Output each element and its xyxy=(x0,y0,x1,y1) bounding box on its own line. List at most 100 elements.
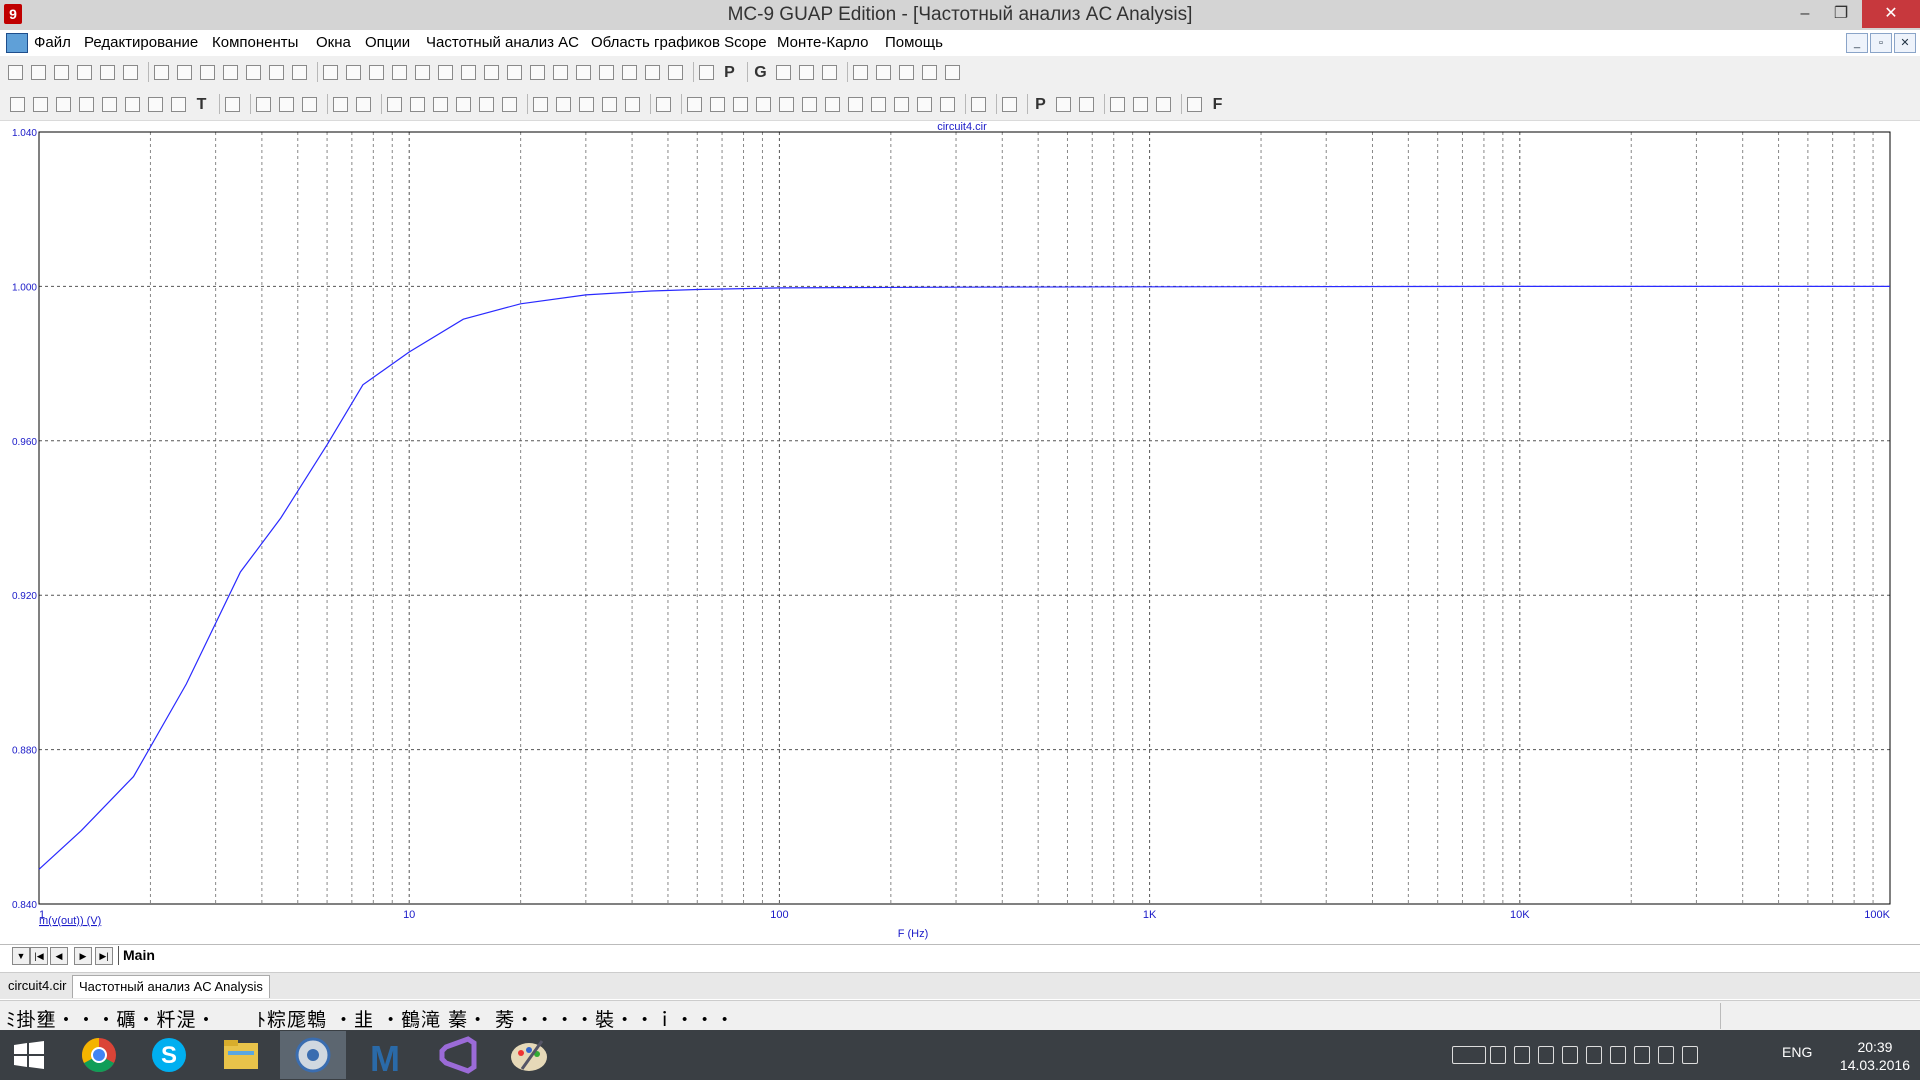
language-indicator[interactable]: ENG xyxy=(1782,1044,1812,1060)
grid5-icon[interactable] xyxy=(502,97,517,112)
component-9-icon[interactable] xyxy=(507,65,522,80)
split-icon[interactable] xyxy=(533,97,548,112)
layout-5-icon[interactable] xyxy=(668,65,683,80)
component-8-icon[interactable] xyxy=(484,65,499,80)
zoom-out-icon[interactable] xyxy=(1133,97,1148,112)
component-2-icon[interactable] xyxy=(346,65,361,80)
layout-4-icon[interactable] xyxy=(645,65,660,80)
microcap-taskbar-button[interactable] xyxy=(280,1031,346,1079)
new-file-icon[interactable] xyxy=(8,65,23,80)
stop-icon[interactable] xyxy=(279,97,294,112)
redo-icon[interactable] xyxy=(177,65,192,80)
volume-icon[interactable] xyxy=(1682,1046,1698,1064)
next-tab-button[interactable]: ▶ xyxy=(74,947,92,965)
menu-scope[interactable]: Область графиков Scope xyxy=(591,34,767,51)
signal-icon[interactable] xyxy=(1658,1046,1674,1064)
scale6-icon[interactable] xyxy=(171,97,186,112)
inflect-icon[interactable] xyxy=(848,97,863,112)
wire-icon[interactable] xyxy=(853,65,868,80)
tool2-icon[interactable] xyxy=(579,97,594,112)
matlab-taskbar-button[interactable]: M xyxy=(352,1031,418,1079)
explorer-taskbar-button[interactable] xyxy=(208,1031,274,1079)
component-1-icon[interactable] xyxy=(323,65,338,80)
pencil-icon[interactable] xyxy=(876,65,891,80)
chrome-taskbar-button[interactable] xyxy=(66,1031,132,1079)
tool3-icon[interactable] xyxy=(602,97,617,112)
scale4-icon[interactable] xyxy=(125,97,140,112)
select-icon[interactable] xyxy=(33,97,48,112)
calculator-icon[interactable] xyxy=(699,65,714,80)
steam-icon[interactable] xyxy=(1562,1046,1578,1064)
mdi-restore-button[interactable]: ▫ xyxy=(1870,33,1892,53)
peak-icon[interactable] xyxy=(733,97,748,112)
component-10-icon[interactable] xyxy=(530,65,545,80)
layout-3-icon[interactable] xyxy=(622,65,637,80)
paint-taskbar-button[interactable] xyxy=(496,1031,562,1079)
t-icon[interactable]: T xyxy=(194,97,209,113)
scale5-icon[interactable] xyxy=(148,97,163,112)
low-icon[interactable] xyxy=(802,97,817,112)
component-11-icon[interactable] xyxy=(553,65,568,80)
doc-tab-ac-analysis[interactable]: Частотный анализ AC Analysis xyxy=(72,975,270,998)
table-icon[interactable] xyxy=(799,65,814,80)
p-icon[interactable]: P xyxy=(722,65,737,81)
nvidia-icon[interactable] xyxy=(1586,1046,1602,1064)
first-tab-button[interactable]: |◀ xyxy=(30,947,48,965)
tool1-icon[interactable] xyxy=(556,97,571,112)
valley2-icon[interactable] xyxy=(940,97,955,112)
scale-icon[interactable] xyxy=(56,97,71,112)
chevron-up-icon[interactable] xyxy=(1490,1046,1506,1064)
peak2-icon[interactable] xyxy=(917,97,932,112)
tracker2-icon[interactable] xyxy=(1079,97,1094,112)
zoom-in-icon[interactable] xyxy=(1110,97,1125,112)
zoom-fit-icon[interactable] xyxy=(1156,97,1171,112)
p-icon[interactable]: P xyxy=(1033,97,1048,113)
start-button[interactable] xyxy=(0,1031,66,1079)
dropbox-icon[interactable] xyxy=(1538,1046,1554,1064)
save-as-icon[interactable] xyxy=(77,65,92,80)
f-icon[interactable]: F xyxy=(1210,97,1225,113)
flag-icon[interactable] xyxy=(1514,1046,1530,1064)
cut-icon[interactable] xyxy=(200,65,215,80)
run-icon[interactable] xyxy=(256,97,271,112)
edit-icon[interactable] xyxy=(899,65,914,80)
table-icon[interactable] xyxy=(1002,97,1017,112)
diag-line-icon[interactable] xyxy=(356,97,371,112)
graph-icon[interactable] xyxy=(656,97,671,112)
color-icon[interactable] xyxy=(1187,97,1202,112)
mdi-minimize-button[interactable]: _ xyxy=(1846,33,1868,53)
menu-monte-carlo[interactable]: Монте-Карло xyxy=(777,34,869,51)
select-all-icon[interactable] xyxy=(292,65,307,80)
skype-taskbar-button[interactable]: S xyxy=(136,1031,202,1079)
grid-icon[interactable] xyxy=(776,65,791,80)
pause-icon[interactable] xyxy=(302,97,317,112)
scale3-icon[interactable] xyxy=(102,97,117,112)
delete-icon[interactable] xyxy=(269,65,284,80)
visual-studio-taskbar-button[interactable] xyxy=(424,1031,490,1079)
paste-icon[interactable] xyxy=(246,65,261,80)
min-icon[interactable] xyxy=(871,97,886,112)
print-icon[interactable] xyxy=(100,65,115,80)
layout-1-icon[interactable] xyxy=(576,65,591,80)
settings-icon[interactable] xyxy=(971,97,986,112)
component-6-icon[interactable] xyxy=(438,65,453,80)
open-icon[interactable] xyxy=(31,65,46,80)
high-icon[interactable] xyxy=(779,97,794,112)
grid2-icon[interactable] xyxy=(433,97,448,112)
doc-tab-circuit[interactable]: circuit4.cir xyxy=(2,975,73,997)
copy-icon[interactable] xyxy=(223,65,238,80)
menu-components[interactable]: Компоненты xyxy=(212,34,298,51)
tab-menu-button[interactable]: ▼ xyxy=(12,947,30,965)
close-button[interactable]: ✕ xyxy=(1862,0,1920,28)
cursor-icon[interactable] xyxy=(225,97,240,112)
save-icon[interactable] xyxy=(54,65,69,80)
tracker1-icon[interactable] xyxy=(1056,97,1071,112)
box-icon[interactable] xyxy=(387,97,402,112)
menu-options[interactable]: Опции xyxy=(365,34,410,51)
slope-icon[interactable] xyxy=(825,97,840,112)
text-scale-icon[interactable] xyxy=(922,65,937,80)
arrow-icon[interactable] xyxy=(10,97,25,112)
grid4-icon[interactable] xyxy=(479,97,494,112)
valley-icon[interactable] xyxy=(756,97,771,112)
prev-tab-button[interactable]: ◀ xyxy=(50,947,68,965)
